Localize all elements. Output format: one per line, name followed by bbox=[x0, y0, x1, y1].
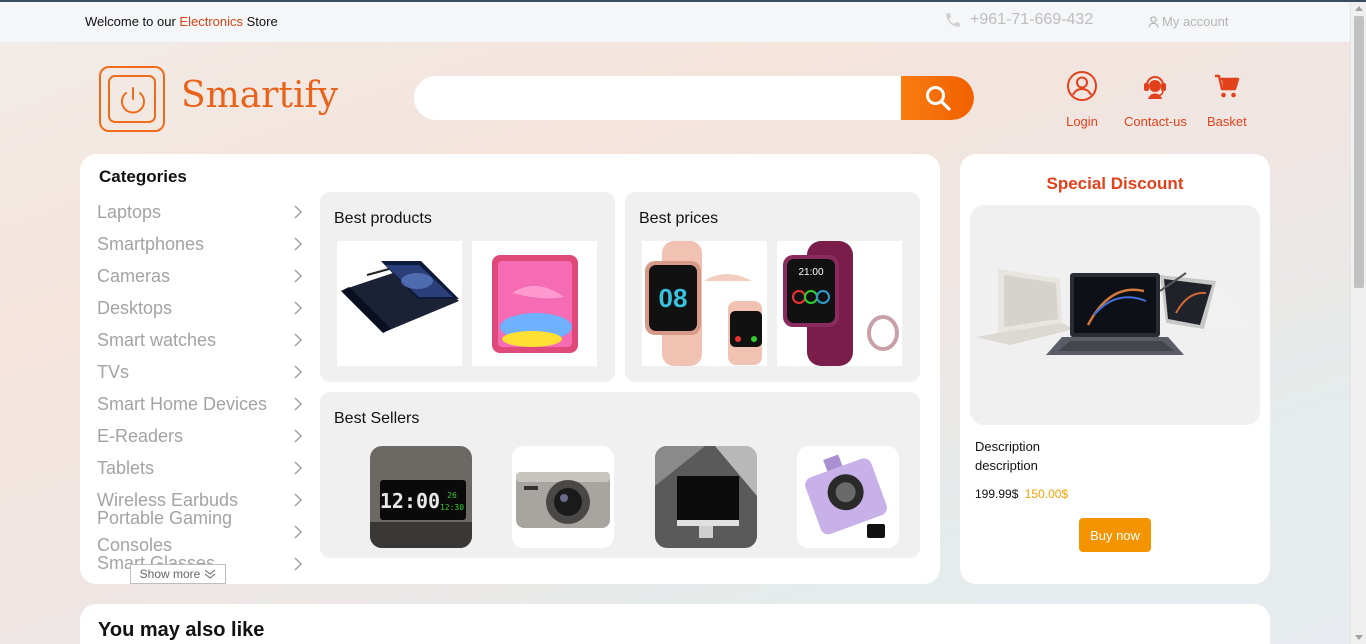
discount-description: Description description bbox=[975, 439, 1041, 473]
category-e-readers[interactable]: E-Readers bbox=[97, 426, 292, 446]
category-tvs[interactable]: TVs bbox=[97, 362, 292, 382]
account-icon bbox=[1148, 15, 1159, 28]
welcome-message: Welcome to our Electronics Store bbox=[85, 14, 278, 29]
best-sellers-title: Best Sellers bbox=[334, 410, 420, 427]
basket-label: Basket bbox=[1207, 114, 1247, 129]
pink-smartwatch-image: 08 bbox=[645, 241, 762, 366]
chevron-right-icon bbox=[294, 237, 302, 251]
contact-us-button[interactable]: Contact-us bbox=[1124, 70, 1187, 129]
welcome-suffix: Store bbox=[246, 14, 278, 29]
my-account-link[interactable]: My account bbox=[1148, 14, 1228, 29]
laptops-product-image bbox=[976, 269, 1254, 355]
show-more-button[interactable]: Show more bbox=[130, 564, 226, 584]
page-scrollbar[interactable] bbox=[1350, 2, 1366, 644]
recommendations-title: You may also like bbox=[98, 619, 265, 641]
chevron-right-icon bbox=[294, 557, 302, 571]
cart-icon bbox=[1214, 74, 1240, 98]
welcome-prefix: Welcome to our bbox=[85, 14, 176, 29]
recommendations-section: You may also like bbox=[80, 604, 1270, 644]
chevron-right-icon bbox=[294, 365, 302, 379]
brand-name[interactable]: Smartify bbox=[181, 75, 338, 116]
search-button[interactable] bbox=[901, 76, 974, 120]
monitor-thumbnail[interactable] bbox=[655, 446, 757, 548]
category-wireless-earbuds[interactable]: Wireless Earbuds bbox=[97, 490, 292, 510]
chevron-right-icon bbox=[294, 301, 302, 315]
monitor-image bbox=[655, 446, 757, 548]
category-desktops[interactable]: Desktops bbox=[97, 298, 292, 318]
pink-smartwatch-thumbnail[interactable]: 08 bbox=[642, 241, 767, 366]
categories-title: Categories bbox=[99, 167, 187, 186]
support-agent-icon bbox=[1144, 76, 1167, 99]
phone-icon bbox=[946, 13, 960, 27]
scrollbar-thumb[interactable] bbox=[1354, 16, 1364, 288]
purple-smartwatch-image: 21:00 bbox=[783, 241, 899, 366]
buy-now-button[interactable]: Buy now bbox=[1079, 518, 1151, 552]
new-price: 150.00$ bbox=[1024, 487, 1069, 501]
double-chevron-down-icon bbox=[205, 569, 216, 579]
basket-button[interactable]: Basket bbox=[1207, 70, 1247, 129]
category-tablets[interactable]: Tablets bbox=[97, 458, 292, 478]
chevron-right-icon bbox=[294, 333, 302, 347]
category-laptops[interactable]: Laptops bbox=[97, 202, 292, 222]
chevron-right-icon bbox=[294, 525, 302, 539]
svg-text:21:00: 21:00 bbox=[798, 267, 823, 278]
svg-text:08: 08 bbox=[659, 283, 688, 313]
chevron-right-icon bbox=[294, 205, 302, 219]
chevron-right-icon bbox=[294, 269, 302, 283]
digital-clock-thumbnail[interactable]: 12:00 26 12:30 bbox=[370, 446, 472, 548]
category-smart-home-devices[interactable]: Smart Home Devices bbox=[97, 394, 292, 414]
phone-number: +961-71-669-432 bbox=[970, 11, 1094, 28]
my-account-label: My account bbox=[1162, 14, 1229, 29]
scroll-down-arrow-icon[interactable] bbox=[1355, 635, 1363, 640]
purple-camera-image bbox=[797, 446, 899, 548]
best-sellers-panel: Best Sellers 12:00 26 12:30 bbox=[320, 392, 920, 558]
best-products-panel: Best products bbox=[320, 192, 615, 382]
discount-product-image-frame[interactable] bbox=[970, 205, 1260, 425]
chevron-right-icon bbox=[294, 397, 302, 411]
top-bar: Welcome to our Electronics Store +961-71… bbox=[0, 2, 1350, 42]
compact-camera-image bbox=[512, 446, 614, 548]
laptop-image bbox=[341, 261, 459, 333]
category-smart-watches[interactable]: Smart watches bbox=[97, 330, 292, 350]
search-icon bbox=[925, 86, 951, 111]
chevron-right-icon bbox=[294, 429, 302, 443]
category-consoles[interactable]: Consoles bbox=[97, 535, 292, 555]
phone-contact[interactable]: +961-71-669-432 bbox=[944, 11, 1093, 29]
contact-us-label: Contact-us bbox=[1124, 114, 1187, 129]
best-products-title: Best products bbox=[334, 210, 432, 227]
brand-logo[interactable] bbox=[99, 66, 165, 132]
purple-camera-thumbnail[interactable] bbox=[797, 446, 899, 548]
svg-text:12:00: 12:00 bbox=[380, 489, 440, 513]
purple-smartwatch-thumbnail[interactable]: 21:00 bbox=[777, 241, 902, 366]
categories-card: Categories Laptops Smartphones Cameras D… bbox=[80, 154, 940, 584]
scroll-up-arrow-icon[interactable] bbox=[1355, 6, 1363, 11]
power-icon bbox=[121, 87, 145, 114]
chevron-right-icon bbox=[294, 461, 302, 475]
tablet-image bbox=[492, 255, 578, 353]
show-more-label: Show more bbox=[139, 567, 201, 581]
special-discount-title: Special Discount bbox=[1046, 174, 1184, 193]
welcome-accent: Electronics bbox=[179, 14, 243, 29]
category-portable-gaming[interactable]: Portable Gaming bbox=[97, 508, 292, 528]
svg-text:12:30: 12:30 bbox=[440, 503, 464, 512]
search-bar bbox=[414, 76, 974, 120]
laptop-thumbnail[interactable] bbox=[337, 241, 462, 366]
search-input[interactable] bbox=[414, 76, 901, 120]
best-prices-panel: Best prices 08 21:00 bbox=[625, 192, 920, 382]
category-cameras[interactable]: Cameras bbox=[97, 266, 292, 286]
user-icon bbox=[1067, 71, 1097, 101]
old-price: 199.99$ bbox=[975, 487, 1019, 501]
tablet-thumbnail[interactable] bbox=[472, 241, 597, 366]
category-smartphones[interactable]: Smartphones bbox=[97, 234, 292, 254]
login-label: Login bbox=[1066, 114, 1098, 129]
digital-clock-image: 12:00 26 12:30 bbox=[370, 446, 472, 548]
login-button[interactable]: Login bbox=[1066, 70, 1098, 129]
svg-text:26: 26 bbox=[447, 491, 457, 500]
compact-camera-thumbnail[interactable] bbox=[512, 446, 614, 548]
chevron-right-icon bbox=[294, 493, 302, 507]
best-prices-title: Best prices bbox=[639, 210, 719, 227]
special-discount-card: Special Discount Description description… bbox=[960, 154, 1270, 584]
discount-price: 199.99$ 150.00$ bbox=[975, 487, 1068, 501]
